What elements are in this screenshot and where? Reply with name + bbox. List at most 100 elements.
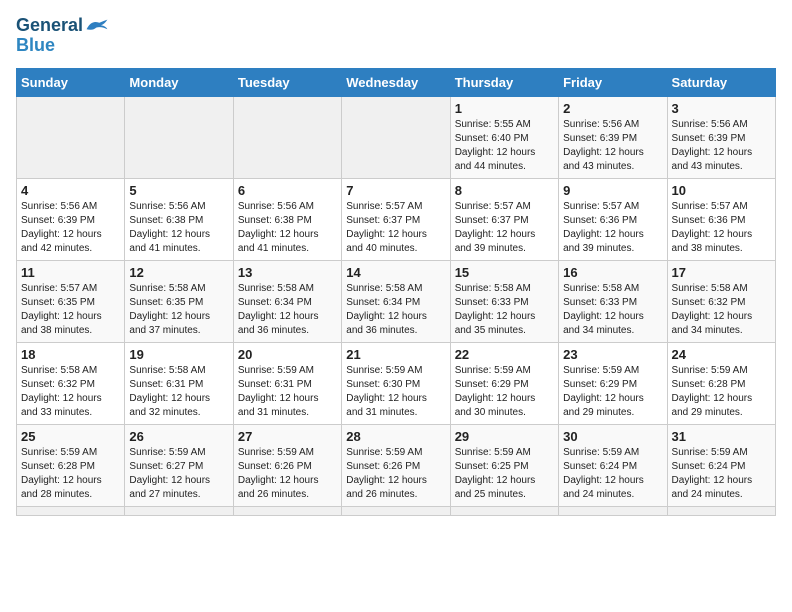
calendar-day-cell: 16Sunrise: 5:58 AM Sunset: 6:33 PM Dayli… [559,261,667,343]
day-number: 7 [346,183,445,198]
calendar-day-cell: 26Sunrise: 5:59 AM Sunset: 6:27 PM Dayli… [125,425,233,507]
calendar-day-cell: 4 Sunrise: 5:56 AM Sunset: 6:39 PM Daylig… [17,179,125,261]
day-info: Sunrise: 5:56 AM Sunset: 6:39 PM Dayligh… [21,200,120,256]
day-number: 10 [672,183,771,198]
calendar-day-cell: 2Sunrise: 5:56 AM Sunset: 6:39 PM Daylig… [559,97,667,179]
day-number: 26 [129,429,228,444]
calendar-day-cell [233,507,341,516]
day-info: Sunrise: 5:59 AM Sunset: 6:24 PM Dayligh… [672,446,771,502]
day-info: Sunrise: 5:59 AM Sunset: 6:24 PM Dayligh… [563,446,662,502]
calendar-day-cell: 17 Sunrise: 5:58 AM Sunset: 6:32 PM Dayli… [667,261,775,343]
calendar-day-cell: 13 Sunrise: 5:58 AM Sunset: 6:34 PM Dayli… [233,261,341,343]
calendar-day-cell: 20Sunrise: 5:59 AM Sunset: 6:31 PM Dayli… [233,343,341,425]
day-number: 16 [563,265,662,280]
day-number: 18 [21,347,120,362]
calendar-day-cell: 27 Sunrise: 5:59 AM Sunset: 6:26 PM Dayli… [233,425,341,507]
weekday-header-wednesday: Wednesday [342,69,450,97]
calendar-day-cell: 8 Sunrise: 5:57 AM Sunset: 6:37 PM Daylig… [450,179,558,261]
weekday-header-friday: Friday [559,69,667,97]
day-number: 3 [672,101,771,116]
day-number: 24 [672,347,771,362]
day-info: Sunrise: 5:57 AM Sunset: 6:37 PM Dayligh… [455,200,554,256]
day-info: Sunrise: 5:58 AM Sunset: 6:34 PM Dayligh… [238,282,337,338]
day-number: 8 [455,183,554,198]
day-number: 29 [455,429,554,444]
day-number: 27 [238,429,337,444]
calendar-day-cell: 1 Sunrise: 5:55 AM Sunset: 6:40 PM Daylig… [450,97,558,179]
day-info: Sunrise: 5:59 AM Sunset: 6:25 PM Dayligh… [455,446,554,502]
day-number: 1 [455,101,554,116]
day-info: Sunrise: 5:56 AM Sunset: 6:38 PM Dayligh… [238,200,337,256]
calendar-day-cell: 9Sunrise: 5:57 AM Sunset: 6:36 PM Daylig… [559,179,667,261]
calendar-day-cell: 28Sunrise: 5:59 AM Sunset: 6:26 PM Dayli… [342,425,450,507]
calendar-day-cell: 15Sunrise: 5:58 AM Sunset: 6:33 PM Dayli… [450,261,558,343]
calendar-week-row: 4 Sunrise: 5:56 AM Sunset: 6:39 PM Daylig… [17,179,776,261]
day-info: Sunrise: 5:58 AM Sunset: 6:32 PM Dayligh… [21,364,120,420]
day-info: Sunrise: 5:58 AM Sunset: 6:31 PM Dayligh… [129,364,228,420]
calendar-day-cell: 29 Sunrise: 5:59 AM Sunset: 6:25 PM Dayli… [450,425,558,507]
logo-bird-icon [85,16,109,36]
day-number: 4 [21,183,120,198]
day-info: Sunrise: 5:58 AM Sunset: 6:34 PM Dayligh… [346,282,445,338]
calendar-day-cell [342,507,450,516]
calendar-day-cell: 14 Sunrise: 5:58 AM Sunset: 6:34 PM Dayli… [342,261,450,343]
day-info: Sunrise: 5:59 AM Sunset: 6:29 PM Dayligh… [455,364,554,420]
calendar-day-cell [450,507,558,516]
calendar-day-cell: 31 Sunrise: 5:59 AM Sunset: 6:24 PM Dayli… [667,425,775,507]
day-info: Sunrise: 5:58 AM Sunset: 6:35 PM Dayligh… [129,282,228,338]
weekday-header-thursday: Thursday [450,69,558,97]
calendar-week-row: 11Sunrise: 5:57 AM Sunset: 6:35 PM Dayli… [17,261,776,343]
calendar-week-row [17,507,776,516]
logo-text-blue: Blue [16,36,109,56]
day-number: 6 [238,183,337,198]
calendar-day-cell [17,507,125,516]
day-number: 17 [672,265,771,280]
day-number: 12 [129,265,228,280]
day-info: Sunrise: 5:59 AM Sunset: 6:29 PM Dayligh… [563,364,662,420]
calendar-week-row: 25 Sunrise: 5:59 AM Sunset: 6:28 PM Dayli… [17,425,776,507]
day-number: 11 [21,265,120,280]
calendar-day-cell: 5Sunrise: 5:56 AM Sunset: 6:38 PM Daylig… [125,179,233,261]
calendar-day-cell [125,507,233,516]
calendar-day-cell: 24 Sunrise: 5:59 AM Sunset: 6:28 PM Dayli… [667,343,775,425]
calendar-day-cell: 23 Sunrise: 5:59 AM Sunset: 6:29 PM Dayli… [559,343,667,425]
calendar-day-cell: 3 Sunrise: 5:56 AM Sunset: 6:39 PM Daylig… [667,97,775,179]
calendar-day-cell: 11Sunrise: 5:57 AM Sunset: 6:35 PM Dayli… [17,261,125,343]
calendar-table: SundayMondayTuesdayWednesdayThursdayFrid… [16,68,776,516]
day-info: Sunrise: 5:59 AM Sunset: 6:26 PM Dayligh… [238,446,337,502]
calendar-day-cell: 21Sunrise: 5:59 AM Sunset: 6:30 PM Dayli… [342,343,450,425]
day-number: 30 [563,429,662,444]
day-info: Sunrise: 5:56 AM Sunset: 6:39 PM Dayligh… [672,118,771,174]
day-number: 19 [129,347,228,362]
day-info: Sunrise: 5:57 AM Sunset: 6:36 PM Dayligh… [672,200,771,256]
calendar-day-cell [667,507,775,516]
day-number: 25 [21,429,120,444]
day-info: Sunrise: 5:59 AM Sunset: 6:31 PM Dayligh… [238,364,337,420]
weekday-header-monday: Monday [125,69,233,97]
day-info: Sunrise: 5:58 AM Sunset: 6:32 PM Dayligh… [672,282,771,338]
calendar-day-cell: 6 Sunrise: 5:56 AM Sunset: 6:38 PM Daylig… [233,179,341,261]
calendar-day-cell: 10 Sunrise: 5:57 AM Sunset: 6:36 PM Dayli… [667,179,775,261]
weekday-header-sunday: Sunday [17,69,125,97]
weekday-header-tuesday: Tuesday [233,69,341,97]
calendar-day-cell: 19 Sunrise: 5:58 AM Sunset: 6:31 PM Dayli… [125,343,233,425]
top-bar: General Blue [16,16,776,60]
day-info: Sunrise: 5:58 AM Sunset: 6:33 PM Dayligh… [455,282,554,338]
calendar-day-cell [17,97,125,179]
day-info: Sunrise: 5:59 AM Sunset: 6:28 PM Dayligh… [672,364,771,420]
logo-text: General [16,16,109,36]
day-info: Sunrise: 5:55 AM Sunset: 6:40 PM Dayligh… [455,118,554,174]
day-number: 14 [346,265,445,280]
calendar-day-cell: 7Sunrise: 5:57 AM Sunset: 6:37 PM Daylig… [342,179,450,261]
day-number: 9 [563,183,662,198]
calendar-week-row: 18 Sunrise: 5:58 AM Sunset: 6:32 PM Dayli… [17,343,776,425]
calendar-day-cell: 25 Sunrise: 5:59 AM Sunset: 6:28 PM Dayli… [17,425,125,507]
day-info: Sunrise: 5:59 AM Sunset: 6:30 PM Dayligh… [346,364,445,420]
day-number: 31 [672,429,771,444]
day-number: 23 [563,347,662,362]
day-number: 13 [238,265,337,280]
day-number: 28 [346,429,445,444]
day-number: 5 [129,183,228,198]
calendar-day-cell [233,97,341,179]
day-info: Sunrise: 5:59 AM Sunset: 6:28 PM Dayligh… [21,446,120,502]
